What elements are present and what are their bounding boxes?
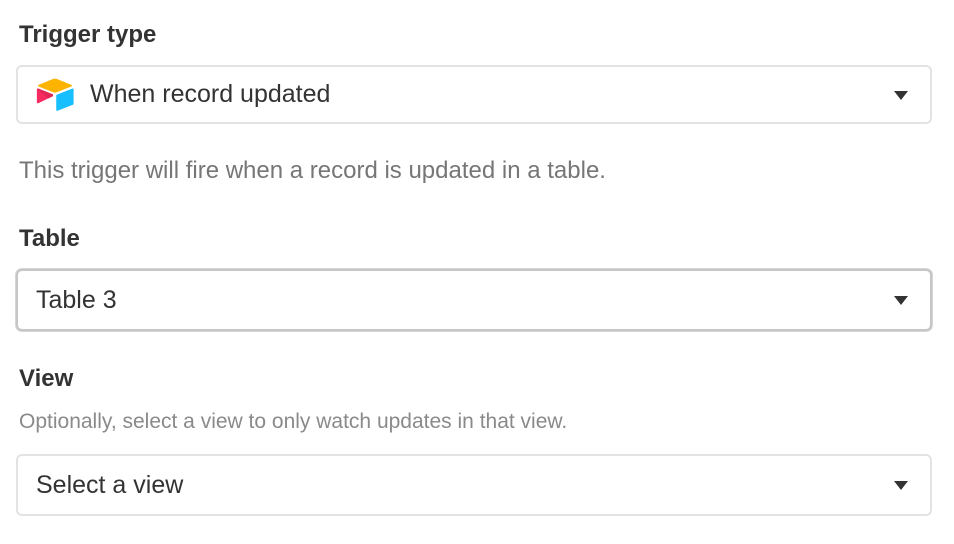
trigger-type-description: This trigger will fire when a record is … — [19, 157, 606, 184]
view-select[interactable]: Select a view — [16, 454, 932, 516]
airtable-logo-icon — [36, 78, 74, 111]
trigger-type-value: When record updated — [90, 80, 331, 108]
view-label: View — [19, 365, 74, 392]
view-description: Optionally, select a view to only watch … — [19, 410, 568, 433]
chevron-down-icon — [894, 90, 908, 100]
table-label: Table — [19, 225, 80, 252]
chevron-down-icon — [894, 481, 908, 490]
trigger-type-select[interactable]: When record updated — [16, 65, 932, 124]
chevron-down-icon — [894, 296, 908, 305]
trigger-type-label: Trigger type — [19, 21, 157, 48]
table-select[interactable]: Table 3 — [16, 269, 932, 331]
table-value: Table 3 — [36, 285, 117, 314]
view-placeholder: Select a view — [36, 470, 184, 499]
